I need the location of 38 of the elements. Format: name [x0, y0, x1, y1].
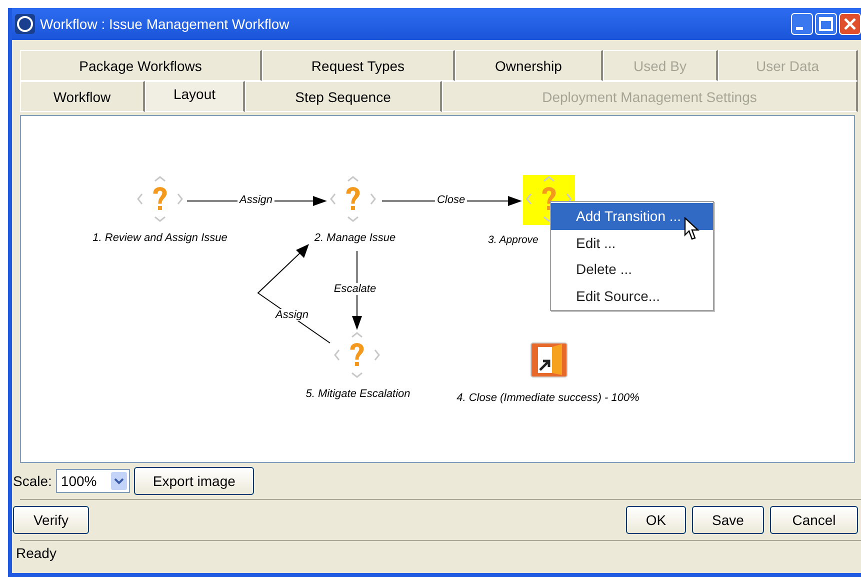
tab[interactable]: Package Workflows [20, 50, 262, 81]
decision-step-icon[interactable] [333, 331, 381, 379]
tab[interactable]: Request Types [262, 50, 455, 81]
decision-step-icon[interactable] [329, 175, 377, 223]
export-image-button[interactable]: Export image [134, 467, 254, 495]
window-title: Workflow : Issue Management Workflow [40, 16, 290, 32]
transition-label: Close [434, 194, 468, 206]
step-label: 4. Close (Immediate success) - 100% [456, 392, 640, 404]
tab[interactable]: Workflow [20, 81, 145, 112]
verify-button[interactable]: Verify [13, 506, 89, 534]
caret-icon[interactable] [110, 472, 127, 490]
decision-step-icon[interactable] [136, 175, 184, 223]
scale-dropdown[interactable]: 100% [56, 469, 130, 493]
tab[interactable]: Ownership [455, 50, 603, 81]
dialog-button[interactable]: OK [626, 506, 686, 534]
step-label: 3. Approve [488, 234, 538, 246]
menu-item[interactable]: Edit ... [551, 230, 713, 256]
logo-icon [14, 13, 36, 35]
menu-item[interactable]: Edit Source... [551, 282, 713, 309]
transition-label: Escalate [332, 283, 378, 295]
dialog-button[interactable]: Cancel [770, 506, 858, 534]
close-icon[interactable] [839, 13, 861, 35]
menu-item[interactable]: Delete ... [551, 256, 713, 282]
status-text: Ready [16, 545, 56, 561]
mouse-pointer-icon [684, 217, 700, 241]
transition-label: Assign [273, 309, 311, 321]
step-label: 5. Mitigate Escalation [306, 388, 410, 400]
transition-label: Assign [237, 194, 275, 206]
scale-label: Scale: [13, 473, 52, 489]
minimize-icon[interactable] [791, 13, 813, 35]
dialog-button[interactable]: Save [692, 506, 764, 534]
step-label: 1. Review and Assign Issue [92, 232, 228, 244]
maximize-icon[interactable] [815, 13, 837, 35]
menu-item[interactable]: Add Transition ... [551, 203, 713, 230]
step-label: 2. Manage Issue [314, 232, 396, 244]
tab[interactable]: Layout [145, 81, 245, 112]
exit-door-icon[interactable] [530, 342, 568, 378]
tab[interactable]: Step Sequence [245, 81, 442, 112]
